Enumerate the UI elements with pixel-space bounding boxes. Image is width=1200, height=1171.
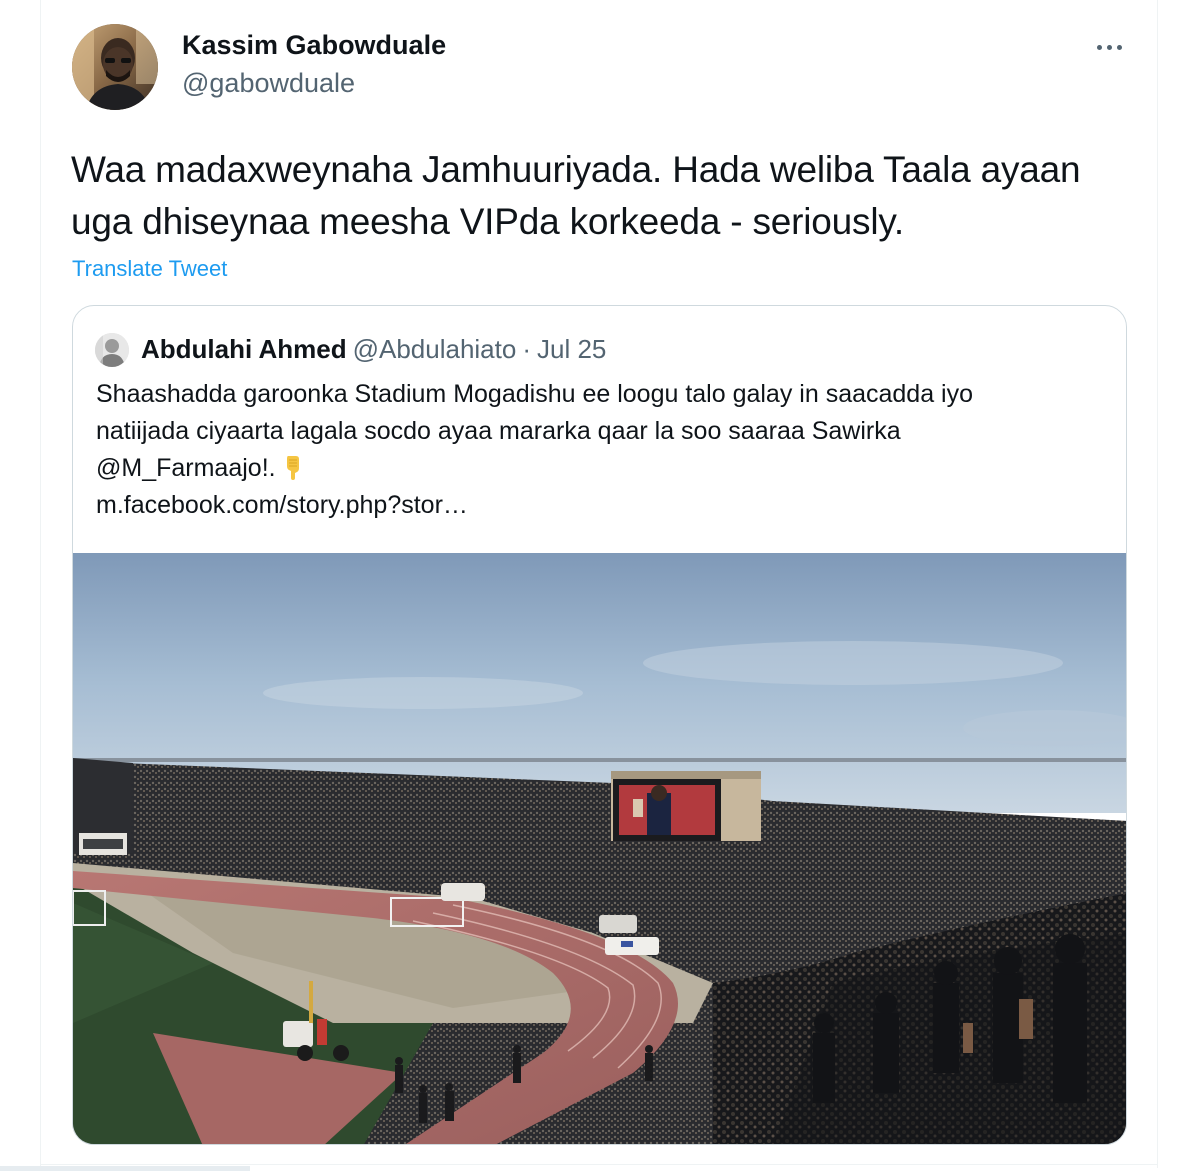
tweet-text: Waa madaxweynaha Jamhuuriyada. Hada weli… [71,149,1081,242]
divider-shadow [0,1166,250,1171]
quoted-author-avatar [95,333,129,367]
quoted-text-line: natiijada ciyaarta lagala socdo ayaa mar… [96,417,901,445]
separator-dot: · [522,334,531,364]
ellipsis-icon[interactable] [1090,36,1128,58]
stadium-photo[interactable] [73,553,1126,1144]
quoted-author-handle: @Abdulahiato [352,334,517,364]
author-avatar[interactable] [72,24,158,110]
translate-tweet-link[interactable]: Translate Tweet [72,256,227,282]
divider [40,1164,1158,1165]
quoted-tweet-date: Jul 25 [537,334,607,364]
dot [1106,44,1112,50]
quoted-link[interactable]: m.facebook.com/story.php?stor… [96,487,1106,524]
quoted-author-name: Abdulahi Ahmed [141,334,347,364]
author-display-name[interactable]: Kassim Gabowduale [182,30,446,61]
dot [1096,44,1102,50]
quoted-tweet-header: Abdulahi Ahmed @Abdulahiato · Jul 25 [141,334,606,365]
backhand-index-pointing-down-icon [286,456,299,480]
quoted-tweet-card[interactable]: Abdulahi Ahmed @Abdulahiato · Jul 25 Shaash… [72,305,1127,1145]
quoted-text-line-mention: @M_Farmaajo!. [96,450,1106,487]
quoted-text-line: Shaashadda garoonka Stadium Mogadishu ee… [96,380,974,408]
mention-link[interactable]: @M_Farmaajo!. [96,454,276,482]
author-handle[interactable]: @gabowduale [182,68,355,99]
quoted-tweet-text: Shaashadda garoonka Stadium Mogadishu ee… [96,376,1106,524]
dot [1116,44,1122,50]
